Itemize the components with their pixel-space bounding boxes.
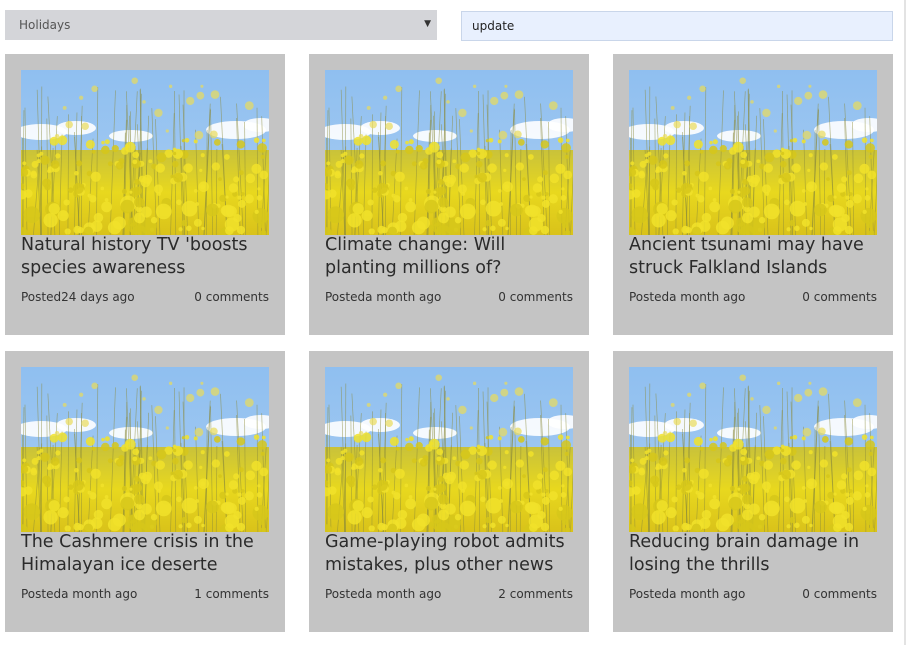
article-image <box>325 367 573 532</box>
article-comments-count[interactable]: 0 comments <box>802 290 877 304</box>
article-title[interactable]: Ancient tsunami may have struck Falkland… <box>629 234 881 280</box>
article-card[interactable]: Game-playing robot admits mistakes, plus… <box>309 351 589 632</box>
article-comments-count[interactable]: 0 comments <box>802 587 877 601</box>
article-title[interactable]: The Cashmere crisis in the Himalayan ice… <box>21 531 273 577</box>
category-select[interactable]: Holidays ▼ <box>5 10 437 40</box>
article-title[interactable]: Game-playing robot admits mistakes, plus… <box>325 531 577 577</box>
article-posted-date: Posteda month ago <box>325 290 442 304</box>
article-card[interactable]: Ancient tsunami may have struck Falkland… <box>613 54 893 335</box>
article-posted-date: Posted24 days ago <box>21 290 135 304</box>
search-input[interactable] <box>461 11 893 41</box>
toolbar: Holidays ▼ <box>0 0 907 50</box>
article-comments-count[interactable]: 1 comments <box>194 587 269 601</box>
article-title[interactable]: Natural history TV 'boosts species aware… <box>21 234 273 280</box>
article-posted-date: Posteda month ago <box>629 587 746 601</box>
article-title[interactable]: Climate change: Will planting millions o… <box>325 234 577 280</box>
article-card[interactable]: The Cashmere crisis in the Himalayan ice… <box>5 351 285 632</box>
article-title[interactable]: Reducing brain damage in losing the thri… <box>629 531 881 577</box>
article-posted-date: Posteda month ago <box>21 587 138 601</box>
article-posted-date: Posteda month ago <box>629 290 746 304</box>
article-image <box>21 367 269 532</box>
article-card[interactable]: Natural history TV 'boosts species aware… <box>5 54 285 335</box>
article-image <box>325 70 573 235</box>
category-select-value: Holidays <box>19 18 71 32</box>
article-image <box>629 70 877 235</box>
article-posted-date: Posteda month ago <box>325 587 442 601</box>
article-image <box>629 367 877 532</box>
article-card[interactable]: Climate change: Will planting millions o… <box>309 54 589 335</box>
scrollbar-track <box>904 0 906 645</box>
dropdown-arrow-icon: ▼ <box>424 19 431 29</box>
article-comments-count[interactable]: 0 comments <box>194 290 269 304</box>
article-comments-count[interactable]: 2 comments <box>498 587 573 601</box>
article-card[interactable]: Reducing brain damage in losing the thri… <box>613 351 893 632</box>
article-image <box>21 70 269 235</box>
article-comments-count[interactable]: 0 comments <box>498 290 573 304</box>
